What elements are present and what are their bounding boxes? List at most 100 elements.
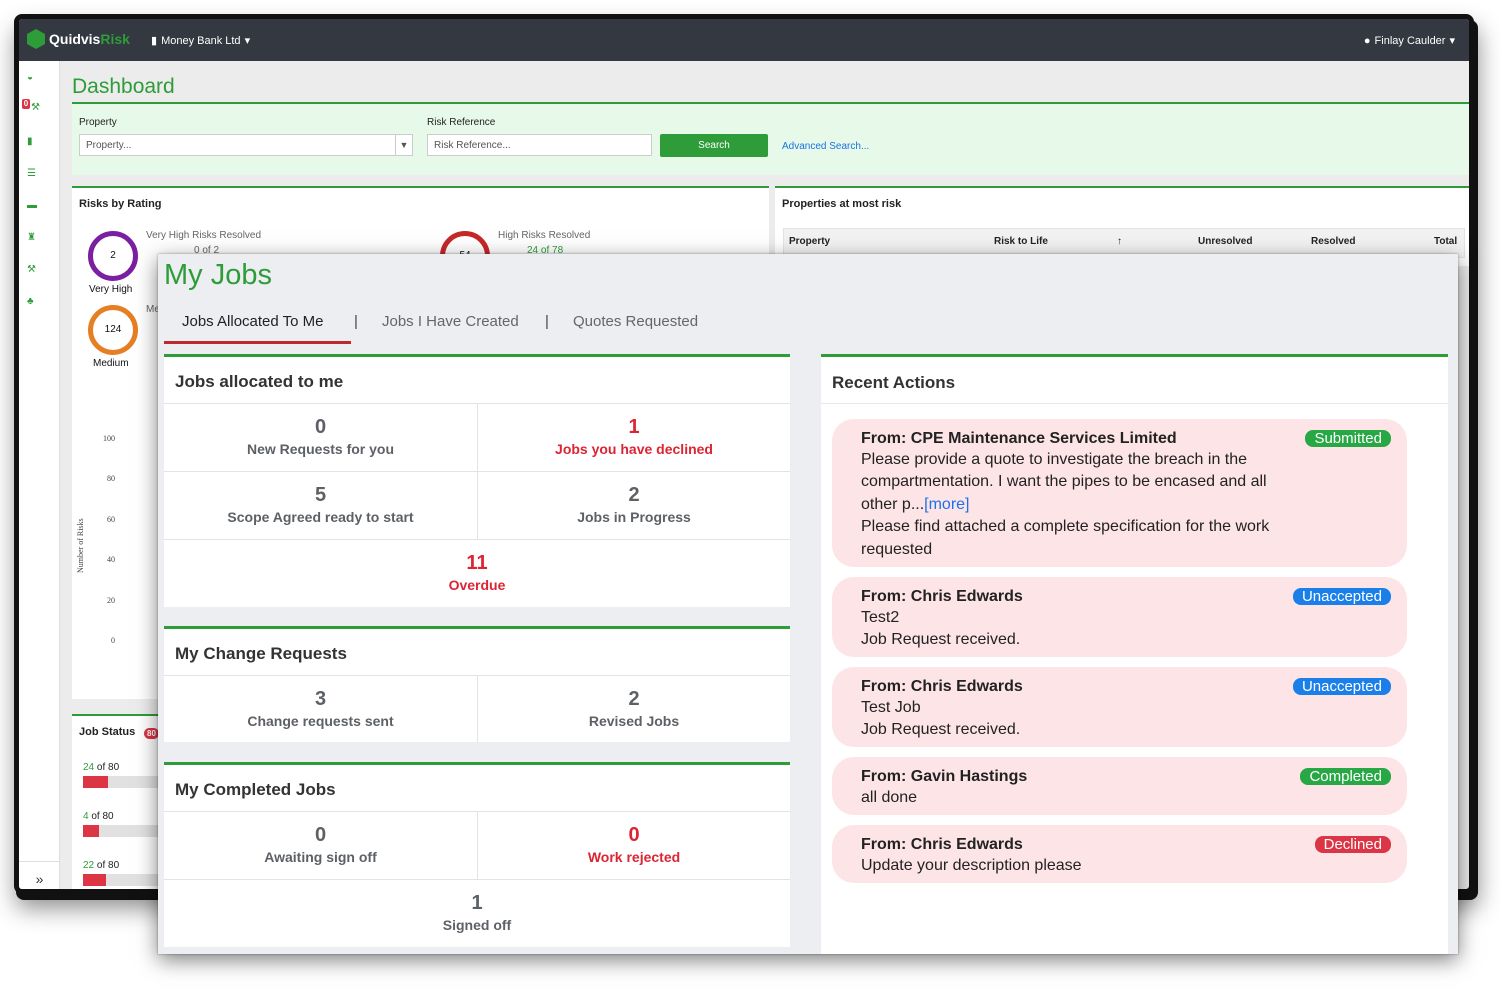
- job-status-bar-fill: [83, 776, 108, 788]
- job-status-total: of 80: [94, 860, 120, 871]
- tab-quotes-requested[interactable]: Quotes Requested: [573, 313, 698, 330]
- very-high-gauge: 2: [88, 231, 138, 281]
- action-text: compartmentation. I want the pipes to be…: [861, 473, 1267, 490]
- column-header[interactable]: Resolved: [1311, 236, 1355, 247]
- stat-overdue[interactable]: 11 Overdue: [164, 539, 790, 607]
- recent-action-item[interactable]: From: Chris Edwards Unaccepted Test2 Job…: [832, 577, 1407, 657]
- expand-sidebar-button[interactable]: »: [19, 861, 60, 889]
- stat-number: 5: [314, 484, 327, 506]
- recent-action-item[interactable]: From: CPE Maintenance Services Limited S…: [832, 419, 1407, 567]
- property-select[interactable]: Property...: [79, 134, 413, 156]
- more-link[interactable]: [more]: [924, 496, 969, 513]
- jobs-allocated-card: Jobs allocated to me 0 New Requests for …: [164, 354, 790, 607]
- action-text: Test2: [861, 609, 900, 626]
- app-logo[interactable]: Quidvis Risk: [27, 29, 130, 49]
- stat-work-rejected[interactable]: 0 Work rejected: [477, 811, 790, 879]
- job-status-badge: 80: [144, 728, 159, 739]
- medium-label: Medium: [93, 358, 129, 369]
- tools-icon[interactable]: ⚒: [27, 265, 39, 275]
- job-status-bar: [83, 776, 165, 788]
- stat-change-requests-sent[interactable]: 3 Change requests sent: [164, 675, 477, 743]
- job-status-total: of 80: [94, 762, 120, 773]
- medium-value: 124: [104, 324, 122, 335]
- page-title: My Jobs: [164, 259, 272, 291]
- list-icon[interactable]: ☰: [27, 169, 39, 179]
- y-tick: 20: [107, 596, 115, 605]
- column-header[interactable]: Risk to Life: [994, 236, 1048, 247]
- search-button[interactable]: Search: [660, 134, 768, 157]
- stat-number: 1: [471, 892, 483, 914]
- stat-new-requests[interactable]: 0 New Requests for you: [164, 403, 477, 471]
- status-badge: Unaccepted: [1292, 678, 1391, 695]
- panel-title: Properties at most risk: [782, 198, 902, 210]
- card-title: Jobs allocated to me: [175, 372, 344, 391]
- stat-awaiting-sign-off[interactable]: 0 Awaiting sign off: [164, 811, 477, 879]
- stat-signed-off[interactable]: 1 Signed off: [164, 879, 790, 947]
- job-status-done: 22: [83, 860, 95, 871]
- recent-action-item[interactable]: From: Chris Edwards Declined Update your…: [832, 825, 1407, 883]
- fire-extinguisher-icon[interactable]: ♜: [27, 233, 39, 243]
- action-from: From: Chris Edwards: [861, 678, 1023, 695]
- sort-asc-icon[interactable]: ↑: [1117, 236, 1122, 247]
- column-header[interactable]: Total: [1434, 236, 1457, 247]
- logo-icon: [27, 29, 45, 49]
- building-icon[interactable]: ▮: [27, 137, 39, 147]
- advanced-search-link[interactable]: Advanced Search...: [782, 141, 869, 152]
- stat-number: 0: [314, 824, 327, 846]
- stat-jobs-in-progress[interactable]: 2 Jobs in Progress: [477, 471, 790, 539]
- stat-jobs-declined[interactable]: 1 Jobs you have declined: [477, 403, 790, 471]
- column-header[interactable]: Unresolved: [1198, 236, 1252, 247]
- dashboard-icon[interactable]: ◒: [27, 73, 39, 83]
- very-high-label: Very High: [89, 284, 133, 295]
- page-title: Dashboard: [72, 75, 175, 98]
- job-status-bar: [83, 874, 165, 886]
- wrench-icon[interactable]: ⚒: [31, 103, 43, 113]
- status-badge: Submitted: [1305, 430, 1391, 447]
- recent-action-item[interactable]: From: Chris Edwards Unaccepted Test Job …: [832, 667, 1407, 747]
- user-menu[interactable]: ● Finlay Caulder ▾: [1364, 34, 1455, 48]
- chevron-down-icon: ▾: [244, 35, 251, 47]
- stat-label: Revised Jobs: [588, 713, 680, 729]
- logo-brand: Quidvis: [49, 31, 101, 47]
- stat-revised-jobs[interactable]: 2 Revised Jobs: [477, 675, 790, 743]
- stat-number: 0: [314, 416, 327, 438]
- panel-title: Job Status: [79, 726, 136, 738]
- column-header[interactable]: Property: [789, 236, 830, 247]
- y-tick: 40: [107, 555, 115, 564]
- job-status-bar: [83, 825, 165, 837]
- stat-label: Work rejected: [587, 849, 681, 865]
- action-text: Test Job: [861, 699, 921, 716]
- tab-separator: |: [545, 313, 549, 330]
- y-tick: 80: [107, 474, 115, 483]
- action-text: Job Request received.: [861, 631, 1021, 648]
- risk-reference-label: Risk Reference: [427, 117, 496, 128]
- tab-separator: |: [354, 313, 358, 330]
- card-title: Recent Actions: [832, 373, 956, 392]
- stat-scope-agreed[interactable]: 5 Scope Agreed ready to start: [164, 471, 477, 539]
- briefcase-icon[interactable]: ▬: [27, 201, 39, 211]
- action-from: From: CPE Maintenance Services Limited: [861, 430, 1177, 447]
- very-high-resolved-label: Very High Risks Resolved: [146, 230, 262, 241]
- action-text: all done: [861, 789, 918, 806]
- stat-number: 0: [628, 824, 640, 846]
- action-text: Job Request received.: [861, 721, 1021, 738]
- stat-label: Jobs in Progress: [577, 509, 691, 525]
- chevron-down-icon[interactable]: ▼: [395, 134, 413, 156]
- risk-reference-input[interactable]: Risk Reference...: [427, 134, 652, 156]
- tab-jobs-created[interactable]: Jobs I Have Created: [382, 313, 519, 330]
- action-text: other p...: [861, 496, 925, 513]
- tab-jobs-allocated[interactable]: Jobs Allocated To Me: [182, 313, 323, 330]
- users-icon[interactable]: ♣: [27, 297, 39, 307]
- job-status-done: 24: [83, 762, 95, 773]
- recent-action-item[interactable]: From: Gavin Hastings Completed all done: [832, 757, 1407, 815]
- logo-brand-accent: Risk: [100, 31, 130, 47]
- active-tab-indicator: [164, 341, 351, 344]
- property-label: Property: [79, 117, 117, 128]
- action-from: From: Gavin Hastings: [861, 768, 1028, 785]
- organisation-dropdown[interactable]: ▮ Money Bank Ltd ▾: [151, 34, 251, 48]
- stat-label: Signed off: [442, 917, 512, 933]
- action-from: From: Chris Edwards: [861, 588, 1023, 605]
- action-from: From: Chris Edwards: [861, 836, 1023, 853]
- stat-label: Jobs you have declined: [555, 441, 713, 457]
- divider: [821, 403, 1448, 404]
